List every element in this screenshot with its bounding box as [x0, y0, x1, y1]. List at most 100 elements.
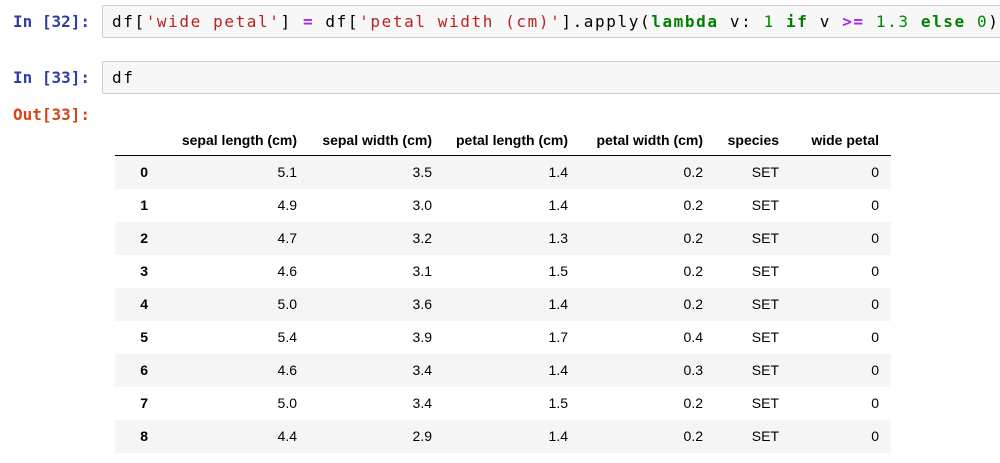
- row-index: 1: [115, 189, 160, 222]
- table-cell: SET: [715, 222, 791, 255]
- table-cell: 3.4: [309, 354, 444, 387]
- code-token-plain: ]: [281, 12, 303, 31]
- index-corner-header: [115, 128, 160, 156]
- table-cell: 1.4: [444, 354, 580, 387]
- table-cell: 3.5: [309, 156, 444, 190]
- code-line-33: df: [112, 68, 1000, 87]
- code-token-keyword: if: [786, 12, 808, 31]
- code-input-33[interactable]: df: [102, 61, 1000, 94]
- code-token-plain: df[: [112, 12, 146, 31]
- code-token-plain: v:: [719, 12, 764, 31]
- table-cell: 1.4: [444, 420, 580, 453]
- table-cell: 5.4: [160, 321, 309, 354]
- code-token-plain: v: [809, 12, 843, 31]
- row-index: 6: [115, 354, 160, 387]
- code-line-32: df['wide petal'] = df['petal width (cm)'…: [112, 12, 1000, 31]
- table-row: 14.93.01.40.2SET0: [115, 189, 891, 222]
- table-cell: 0: [791, 288, 891, 321]
- table-cell: SET: [715, 387, 791, 420]
- table-cell: 5.1: [160, 156, 309, 190]
- table-cell: 3.1: [309, 255, 444, 288]
- table-row: 34.63.11.50.2SET0: [115, 255, 891, 288]
- table-cell: SET: [715, 156, 791, 190]
- table-cell: 0: [791, 255, 891, 288]
- table-cell: 4.6: [160, 255, 309, 288]
- table-cell: SET: [715, 321, 791, 354]
- table-cell: SET: [715, 288, 791, 321]
- table-cell: 1.4: [444, 189, 580, 222]
- table-cell: SET: [715, 354, 791, 387]
- table-cell: 0: [791, 321, 891, 354]
- table-cell: 0.2: [580, 420, 715, 453]
- table-row: 05.13.51.40.2SET0: [115, 156, 891, 190]
- table-cell: 0: [791, 354, 891, 387]
- table-cell: 0.2: [580, 222, 715, 255]
- row-index: 8: [115, 420, 160, 453]
- row-index: 5: [115, 321, 160, 354]
- column-header: sepal length (cm): [160, 128, 309, 156]
- table-row: 55.43.91.70.4SET0: [115, 321, 891, 354]
- table-cell: 1.5: [444, 387, 580, 420]
- code-token-number: 0: [977, 12, 988, 31]
- table-row: 64.63.41.40.3SET0: [115, 354, 891, 387]
- row-index: 2: [115, 222, 160, 255]
- output-prompt-33: Out[33]:: [0, 98, 102, 453]
- code-token-keyword: else: [921, 12, 966, 31]
- code-token-plain: df: [112, 68, 134, 87]
- table-cell: 3.0: [309, 189, 444, 222]
- table-row: 84.42.91.40.2SET0: [115, 420, 891, 453]
- code-token-operator: >=: [842, 12, 864, 31]
- table-cell: 2.9: [309, 420, 444, 453]
- code-token-number: 1.3: [876, 12, 910, 31]
- table-row: 75.03.41.50.2SET0: [115, 387, 891, 420]
- table-cell: 5.0: [160, 288, 309, 321]
- table-cell: 0: [791, 420, 891, 453]
- column-header: petal width (cm): [580, 128, 715, 156]
- code-token-number: 1: [764, 12, 775, 31]
- dataframe-output: sepal length (cm)sepal width (cm)petal l…: [115, 128, 1000, 453]
- table-cell: 0.4: [580, 321, 715, 354]
- table-cell: 1.4: [444, 288, 580, 321]
- code-token-plain: [910, 12, 921, 31]
- table-row: 45.03.61.40.2SET0: [115, 288, 891, 321]
- table-cell: SET: [715, 420, 791, 453]
- code-input-32[interactable]: df['wide petal'] = df['petal width (cm)'…: [102, 5, 1000, 38]
- code-token-plain: ): [988, 12, 999, 31]
- table-cell: 1.4: [444, 156, 580, 190]
- row-index: 7: [115, 387, 160, 420]
- table-cell: 3.6: [309, 288, 444, 321]
- dataframe-table: sepal length (cm)sepal width (cm)petal l…: [115, 128, 891, 453]
- table-cell: 4.9: [160, 189, 309, 222]
- table-cell: 0: [791, 156, 891, 190]
- code-token-plain: ].apply(: [561, 12, 651, 31]
- code-cell-33: In [33]: df: [0, 61, 1000, 94]
- code-token-operator: =: [303, 12, 314, 31]
- row-index: 3: [115, 255, 160, 288]
- table-cell: 0.3: [580, 354, 715, 387]
- table-cell: 3.4: [309, 387, 444, 420]
- row-index: 4: [115, 288, 160, 321]
- table-cell: 0: [791, 222, 891, 255]
- row-index: 0: [115, 156, 160, 190]
- table-cell: 4.4: [160, 420, 309, 453]
- table-cell: 3.9: [309, 321, 444, 354]
- code-token-plain: df[: [314, 12, 359, 31]
- table-cell: 0: [791, 189, 891, 222]
- input-prompt-32: In [32]:: [0, 5, 102, 38]
- output-cell-33: Out[33]: sepal length (cm)sepal width (c…: [0, 98, 1000, 453]
- table-cell: 0.2: [580, 255, 715, 288]
- code-token-keyword: lambda: [651, 12, 718, 31]
- table-cell: 4.7: [160, 222, 309, 255]
- table-cell: 0: [791, 387, 891, 420]
- code-token-plain: [966, 12, 977, 31]
- code-token-string: 'wide petal': [146, 12, 281, 31]
- table-cell: 0.2: [580, 288, 715, 321]
- table-cell: 1.7: [444, 321, 580, 354]
- table-cell: 5.0: [160, 387, 309, 420]
- table-cell: 0.2: [580, 387, 715, 420]
- table-cell: SET: [715, 189, 791, 222]
- column-header: petal length (cm): [444, 128, 580, 156]
- code-cell-32: In [32]: df['wide petal'] = df['petal wi…: [0, 5, 1000, 38]
- table-cell: 3.2: [309, 222, 444, 255]
- code-token-plain: [775, 12, 786, 31]
